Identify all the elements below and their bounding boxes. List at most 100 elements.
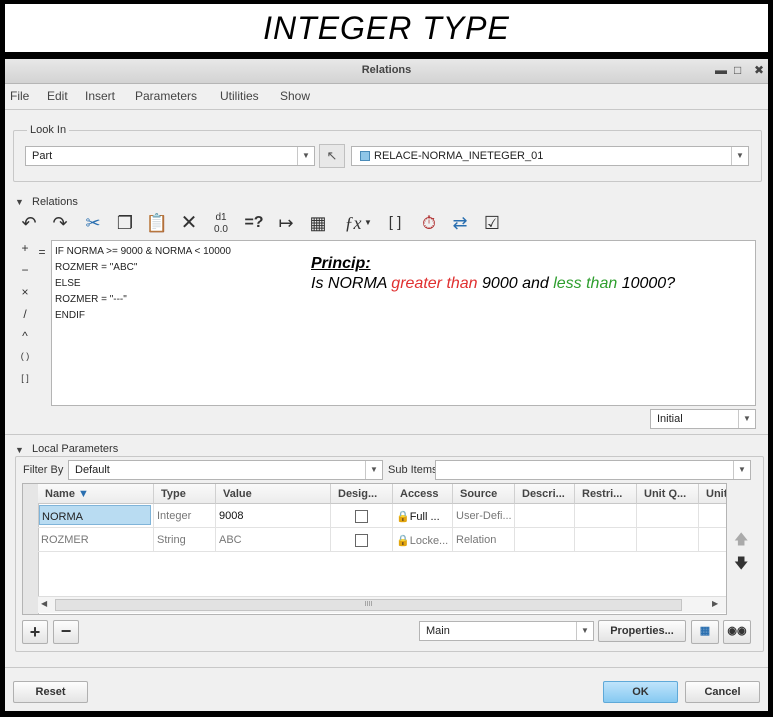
- brackets-icon[interactable]: [ ]: [381, 209, 409, 237]
- scroll-left-icon[interactable]: ◀: [41, 599, 47, 608]
- operator-minus-button[interactable]: −: [18, 263, 32, 277]
- sort-relations-icon[interactable]: ⇄: [446, 209, 474, 237]
- move-up-icon[interactable]: 🡅: [734, 529, 748, 553]
- evaluate-icon[interactable]: d1 0.0: [207, 209, 235, 237]
- horizontal-scrollbar[interactable]: ◀ IIII ▶: [38, 596, 726, 613]
- designate-checkbox[interactable]: [355, 510, 368, 523]
- column-header-type[interactable]: Type: [154, 484, 216, 504]
- filter-icon: ▼: [78, 488, 89, 500]
- pointer-icon: ↖: [326, 148, 338, 163]
- column-header-access[interactable]: Access: [393, 484, 453, 504]
- filter-value: Default: [75, 464, 110, 476]
- plus-icon: +: [29, 622, 41, 642]
- designate-checkbox[interactable]: [355, 534, 368, 547]
- relation-status-select[interactable]: Initial ▼: [650, 409, 756, 429]
- properties-button[interactable]: Properties...: [598, 620, 686, 642]
- menu-parameters[interactable]: Parameters: [135, 89, 197, 103]
- menu-divider: [5, 109, 768, 110]
- select-pointer-button[interactable]: ↖: [319, 144, 345, 168]
- chevron-down-icon: ▼: [297, 147, 314, 165]
- collapse-parameters-icon[interactable]: ▼: [15, 445, 24, 455]
- column-header-unit-quantity[interactable]: Unit Q...: [637, 484, 699, 504]
- principle-annotation: Princip: Is NORMA greater than 9000 and …: [311, 255, 675, 293]
- filter-select[interactable]: Default ▼: [68, 460, 383, 480]
- chevron-down-icon: ▼: [365, 461, 382, 479]
- ok-button[interactable]: OK: [603, 681, 678, 703]
- dimension-icon[interactable]: ↦: [272, 209, 300, 237]
- show-dimension-icon[interactable]: ▦: [304, 209, 332, 237]
- chevron-down-icon: ▼: [576, 622, 593, 640]
- sub-items-select[interactable]: ▼: [435, 460, 751, 480]
- operator-plus-button[interactable]: +: [18, 241, 32, 255]
- operator-power-button[interactable]: ^: [18, 329, 32, 343]
- reset-button[interactable]: Reset: [13, 681, 88, 703]
- access-value: Locke...: [409, 535, 449, 547]
- scroll-right-icon[interactable]: ▶: [712, 599, 718, 608]
- operator-multiply-button[interactable]: ×: [18, 285, 32, 299]
- filter-by-label: Filter By: [23, 464, 64, 476]
- footer-divider: [5, 667, 768, 668]
- scroll-thumb[interactable]: IIII: [55, 599, 682, 611]
- table-row-cell[interactable]: NORMA: [38, 504, 154, 528]
- greater-than-text: greater than: [391, 275, 478, 292]
- minimize-icon[interactable]: ▬: [715, 63, 727, 77]
- code-line: ENDIF: [55, 310, 85, 321]
- remove-parameter-button[interactable]: −: [53, 620, 79, 644]
- column-header-description[interactable]: Descri...: [515, 484, 575, 504]
- operator-equals-button[interactable]: =: [35, 245, 49, 259]
- type-cell: String: [154, 528, 216, 552]
- chevron-down-icon: ▼: [733, 461, 750, 479]
- menu-show[interactable]: Show: [280, 89, 310, 103]
- redo-icon[interactable]: ↷: [46, 209, 74, 237]
- execution-order-icon[interactable]: ⏱: [415, 209, 443, 237]
- column-header-designate[interactable]: Desig...: [331, 484, 393, 504]
- menu-edit[interactable]: Edit: [47, 89, 68, 103]
- column-label: Name: [45, 488, 75, 500]
- table-columns-button[interactable]: ▦: [691, 620, 719, 644]
- question-text: 9000 and: [477, 275, 554, 292]
- window-title: Relations: [361, 64, 412, 76]
- name-cell-selected[interactable]: NORMA: [39, 505, 151, 525]
- chevron-down-icon[interactable]: ▼: [361, 209, 375, 237]
- main-select[interactable]: Main ▼: [419, 621, 594, 641]
- cut-icon[interactable]: ✂: [79, 209, 107, 237]
- column-header-restricted[interactable]: Restri...: [575, 484, 637, 504]
- column-header-unit[interactable]: Unit: [699, 484, 726, 504]
- menu-insert[interactable]: Insert: [85, 89, 115, 103]
- look-in-type-select[interactable]: Part ▼: [25, 146, 315, 166]
- access-cell[interactable]: 🔒Full ...: [393, 504, 453, 528]
- menu-file[interactable]: File: [10, 89, 29, 103]
- undo-icon[interactable]: ↶: [15, 209, 43, 237]
- main-select-value: Main: [426, 625, 450, 637]
- access-value: Full: [409, 511, 428, 523]
- menu-utilities[interactable]: Utilities: [220, 89, 259, 103]
- add-parameter-button[interactable]: +: [22, 620, 48, 644]
- name-cell[interactable]: ROZMER: [38, 528, 154, 552]
- lock-icon: 🔒: [396, 511, 410, 523]
- column-header-source[interactable]: Source: [453, 484, 515, 504]
- checklist-icon[interactable]: ☑: [478, 209, 506, 237]
- verify-relations-icon[interactable]: =?: [240, 209, 268, 237]
- close-icon[interactable]: ✖: [754, 63, 764, 77]
- paste-icon[interactable]: 📋: [143, 209, 171, 237]
- column-header-name[interactable]: Name ▼: [38, 484, 154, 504]
- question-text: 10000?: [617, 275, 676, 292]
- move-down-icon[interactable]: 🡇: [734, 553, 748, 577]
- collapse-relations-icon[interactable]: ▼: [15, 197, 24, 207]
- operator-parentheses-button[interactable]: ( ): [18, 351, 32, 361]
- cancel-button[interactable]: Cancel: [685, 681, 760, 703]
- operator-brackets-button[interactable]: [ ]: [18, 373, 32, 383]
- operator-divide-button[interactable]: /: [18, 307, 32, 321]
- relations-editor[interactable]: IF NORMA >= 9000 & NORMA < 10000 ROZMER …: [51, 240, 756, 406]
- principle-heading: Princip:: [311, 255, 371, 272]
- find-button[interactable]: ◉◉: [723, 620, 751, 644]
- model-select[interactable]: RELACE-NORMA_INETEGER_01 ▼: [351, 146, 749, 166]
- local-parameters-label: Local Parameters: [32, 443, 119, 455]
- value-cell[interactable]: 9008: [216, 504, 331, 528]
- column-header-value[interactable]: Value: [216, 484, 331, 504]
- delete-icon[interactable]: ✕: [175, 209, 203, 237]
- copy-icon[interactable]: ❐: [111, 209, 139, 237]
- relations-dialog: Relations ▬ □ ✖ File Edit Insert Paramet…: [5, 59, 768, 711]
- source-cell: User-Defi...: [453, 504, 515, 528]
- maximize-icon[interactable]: □: [734, 63, 741, 77]
